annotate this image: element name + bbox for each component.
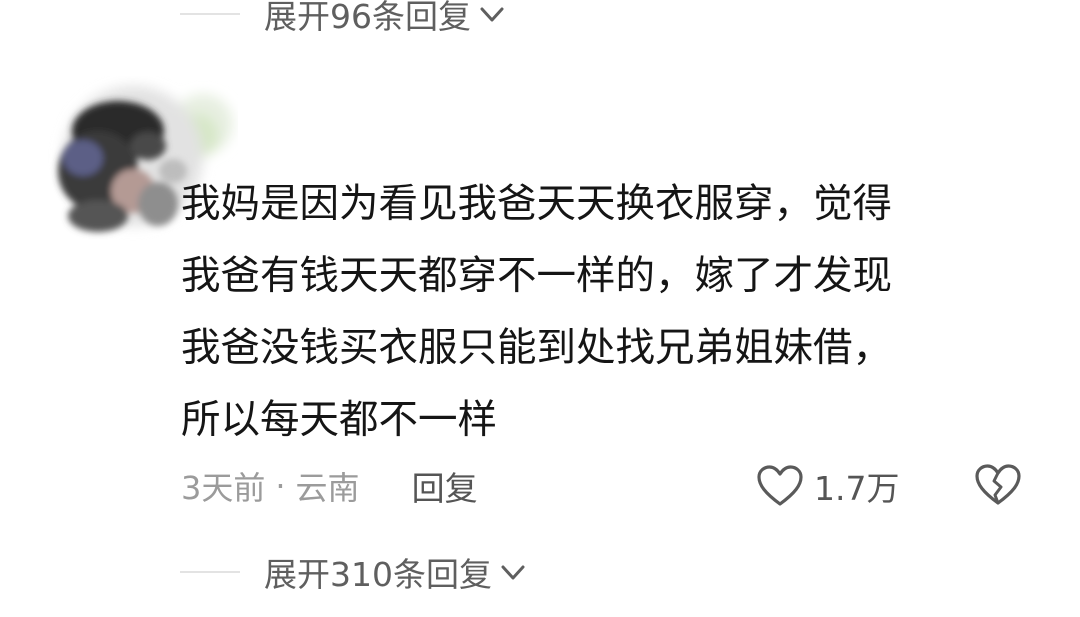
comment-meta: 3天前 · 云南 回复 1.7万 <box>181 461 1041 511</box>
divider-line <box>180 13 240 15</box>
divider-line <box>180 571 240 573</box>
chevron-down-icon <box>480 7 504 22</box>
comment-line: 我爸没钱买衣服只能到处找兄弟姐妹借， <box>181 325 892 371</box>
expand-replies-top-button[interactable]: 展开96条回复 <box>180 0 507 38</box>
reply-button[interactable]: 回复 <box>412 462 478 510</box>
expand-replies-bottom-button[interactable]: 展开310条回复 <box>180 548 528 596</box>
comment-line: 所以每天都不一样 <box>181 397 497 443</box>
like-count: 1.7万 <box>814 469 900 508</box>
chevron-down-icon <box>501 565 525 580</box>
comment-line: 我妈是因为看见我爸天天换衣服穿，觉得 <box>181 181 892 227</box>
heart-outline-icon <box>757 465 803 506</box>
like-button[interactable]: 1.7万 <box>756 461 899 511</box>
comment-body: 我妈是因为看见我爸天天换衣服穿，觉得 我爸有钱天天都穿不一样的，嫁了才发现 我爸… <box>181 168 1021 456</box>
comment-location: 云南 <box>295 469 360 507</box>
expand-replies-label: 展开96条回复 <box>264 0 471 36</box>
broken-heart-icon[interactable] <box>974 463 1022 507</box>
comment-line: 我爸有钱天天都穿不一样的，嫁了才发现 <box>181 253 892 299</box>
expand-replies-label: 展开310条回复 <box>264 555 492 594</box>
comment-thread: 展开96条回复 我妈是因为看见我爸天天换衣服穿，觉得 我爸有钱天天都穿不一样的，… <box>0 0 1080 617</box>
meta-separator: · <box>275 467 286 505</box>
comment-time: 3天前 <box>181 469 266 507</box>
